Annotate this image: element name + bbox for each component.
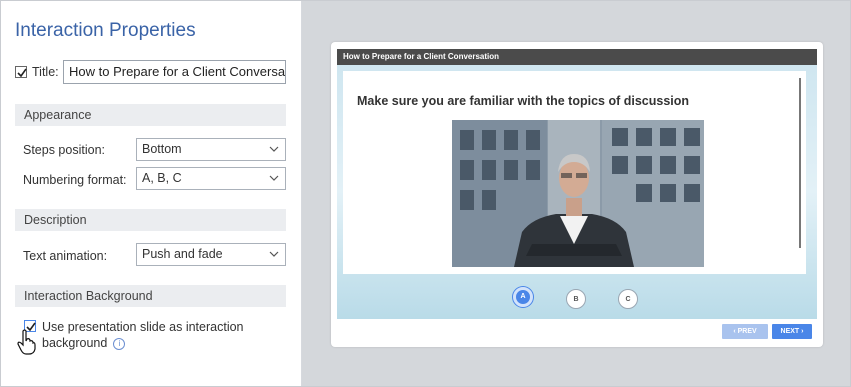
title-label: Title: bbox=[32, 65, 59, 79]
step-c-button[interactable]: C bbox=[618, 289, 638, 309]
step-b-button[interactable]: B bbox=[566, 289, 586, 309]
text-animation-label: Text animation: bbox=[23, 249, 108, 263]
numbering-format-label: Numbering format: bbox=[23, 173, 127, 187]
steps-position-value: Bottom bbox=[142, 142, 182, 156]
description-section-header: Description bbox=[15, 209, 286, 231]
numbering-format-select[interactable]: A, B, C bbox=[136, 167, 286, 190]
chevron-down-icon bbox=[269, 175, 279, 181]
step-a-button[interactable]: A bbox=[513, 287, 533, 307]
interaction-background-section-header: Interaction Background bbox=[15, 285, 286, 307]
steps-position-label: Steps position: bbox=[23, 143, 105, 157]
info-icon[interactable]: i bbox=[113, 338, 126, 350]
text-animation-value: Push and fade bbox=[142, 247, 223, 261]
text-animation-select[interactable]: Push and fade bbox=[136, 243, 286, 266]
appearance-section-header: Appearance bbox=[15, 104, 286, 126]
businesswoman-photo bbox=[452, 120, 704, 267]
chevron-down-icon bbox=[269, 251, 279, 257]
preview-canvas: How to Prepare for a Client Conversation… bbox=[302, 1, 850, 386]
numbering-format-value: A, B, C bbox=[142, 171, 182, 185]
preview-body: Make sure you are familiar with the topi… bbox=[337, 65, 817, 319]
chevron-down-icon bbox=[269, 146, 279, 152]
hand-cursor-icon bbox=[17, 329, 36, 355]
content-card: Make sure you are familiar with the topi… bbox=[343, 71, 806, 274]
steps-position-select[interactable]: Bottom bbox=[136, 138, 286, 161]
use-slide-background-label: Use presentation slide as interaction ba… bbox=[42, 319, 257, 351]
step-navigation: A B C bbox=[337, 276, 817, 316]
preview-footer: ‹ PREV NEXT › bbox=[337, 319, 817, 343]
slide-preview: How to Prepare for a Client Conversation… bbox=[331, 42, 823, 347]
prev-button[interactable]: ‹ PREV bbox=[722, 324, 768, 339]
scrollbar[interactable] bbox=[799, 78, 801, 248]
title-input[interactable]: How to Prepare for a Client Conversation bbox=[63, 60, 286, 84]
slide-heading: Make sure you are familiar with the topi… bbox=[357, 94, 690, 108]
next-button[interactable]: NEXT › bbox=[772, 324, 812, 339]
panel-title: Interaction Properties bbox=[15, 20, 196, 41]
preview-header: How to Prepare for a Client Conversation bbox=[337, 49, 817, 65]
use-slide-background-text: Use presentation slide as interaction ba… bbox=[42, 320, 244, 350]
properties-panel: Interaction Properties Title: How to Pre… bbox=[1, 1, 302, 386]
window: Interaction Properties Title: How to Pre… bbox=[0, 0, 851, 387]
check-icon bbox=[17, 68, 27, 78]
title-checkbox[interactable] bbox=[15, 66, 27, 78]
